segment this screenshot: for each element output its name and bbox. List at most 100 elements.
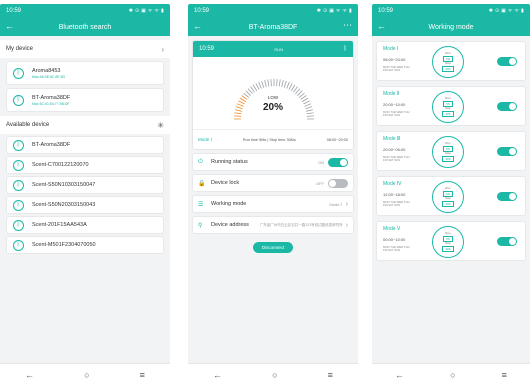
run-stop-dial: Run 5S Stop 30S — [432, 136, 464, 168]
my-device-item[interactable]: ᛒ Aroma8453 Mac:A6:0E:8C:8F:B3 — [6, 61, 164, 85]
device-mac: Mac:5C:51:84:77:9B:DF — [32, 101, 70, 106]
run-stop-dial: Run 5S Stop 30S — [432, 181, 464, 213]
chevron-right-icon: › — [345, 200, 348, 208]
working-mode-label: Working mode — [211, 201, 247, 207]
available-device-item[interactable]: ᛒ BT-Aroma38DF — [6, 136, 164, 154]
working-mode-row[interactable]: ☰ Working mode Mode Ⅰ › — [192, 195, 354, 213]
available-device-item[interactable]: ᛒ Scent-S50N10303150047 — [6, 176, 164, 194]
device-status-card: 10:59 RUN ᛒ LOW 20% Mode Ⅰ Run time 5Ms … — [192, 40, 354, 150]
disconnect-button[interactable]: Disconnect — [253, 242, 293, 253]
run-label: Run — [445, 140, 451, 145]
back-arrow-icon[interactable]: ← — [193, 21, 202, 31]
mode-name: Mode Ⅰ — [383, 46, 399, 52]
device-name: Scent-S50N10303150047 — [32, 182, 96, 188]
device-lock-toggle[interactable] — [328, 178, 348, 188]
gauge-tick — [288, 83, 293, 90]
status-time: 10:59 — [378, 8, 394, 14]
chevron-right-icon: › — [345, 221, 348, 229]
my-device-header[interactable]: My device › — [0, 40, 170, 58]
gauge-tick — [306, 115, 314, 117]
my-device-item[interactable]: ᛒ BT-Aroma38DF Mac:5C:51:84:77:9B:DF — [6, 88, 164, 112]
nav-back-icon[interactable]: ← — [395, 370, 404, 380]
running-status-row: ⏻ Running status ON — [192, 153, 354, 171]
my-device-label: My device — [6, 46, 34, 52]
page-title: BT-Aroma38DF — [248, 23, 298, 31]
device-name: BT-Aroma38DF — [32, 94, 71, 101]
bluetooth-icon: ᛒ — [13, 67, 24, 79]
available-device-item[interactable]: ᛒ Scent-M501F2304070050 — [6, 236, 164, 254]
available-device-item[interactable]: ᛒ Scent-S50N20303150043 — [6, 196, 164, 214]
toggle-knob — [509, 238, 516, 245]
mode-card[interactable]: Mode Ⅲ 20:00~06:00 MON TUE WED THU FRI S… — [376, 131, 526, 171]
mode-time: 08:00~20:00 — [383, 57, 406, 62]
app-bar: ← BT-Aroma38DF ⋯ — [188, 18, 358, 36]
device-name: Aroma8453 — [32, 67, 61, 74]
mode-card[interactable]: Mode Ⅰ 08:00~20:00 MON TUE WED THU FRI S… — [376, 41, 526, 81]
page-title: Bluetooth search — [58, 23, 112, 31]
mode-toggle[interactable] — [497, 192, 517, 201]
mode-card[interactable]: Mode Ⅳ 12:00~18:00 MON TUE WED THU FRI S… — [376, 176, 526, 216]
gauge-tick — [281, 80, 284, 88]
mode-name: Mode Ⅳ — [383, 181, 402, 187]
gauge-tick — [276, 79, 278, 87]
nav-back-icon[interactable]: ← — [213, 370, 222, 380]
bluetooth-icon: ᛒ — [13, 239, 24, 251]
mode-name: Mode Ⅲ — [383, 136, 401, 142]
mode-time: 20:00~10:00 — [383, 102, 406, 107]
mode-toggle[interactable] — [497, 237, 517, 246]
card-time: 10:59 — [199, 46, 215, 52]
stop-label: Stop — [445, 61, 451, 65]
device-lock-label: Device lock — [211, 180, 240, 186]
nav-back-icon[interactable]: ← — [25, 370, 34, 380]
nav-menu-icon[interactable]: ≡ — [140, 370, 145, 380]
nav-home-icon[interactable]: ○ — [450, 370, 455, 380]
back-arrow-icon[interactable]: ← — [377, 21, 386, 31]
status-bar: 10:59 ✱ ⊙ ▣ ᯤ ᯤ ▮ — [188, 4, 358, 18]
mode-toggle[interactable] — [497, 57, 517, 66]
available-device-item[interactable]: ᛒ Scent-C700122120070 — [6, 156, 164, 174]
available-device-header: Available device ✳ — [0, 116, 170, 134]
page-title: Working mode — [428, 23, 474, 31]
system-nav-bar: ← ○ ≡ — [372, 363, 530, 385]
nav-menu-icon[interactable]: ≡ — [502, 370, 507, 380]
system-nav-bar: ← ○ ≡ — [188, 363, 358, 385]
lock-icon: 🔒 — [198, 180, 206, 187]
current-mode: Mode Ⅰ — [198, 136, 212, 142]
back-arrow-icon[interactable]: ← — [5, 21, 14, 31]
more-options-icon[interactable]: ⋯ — [343, 20, 352, 31]
run-status: RUN — [274, 46, 284, 52]
gauge-tick — [247, 88, 253, 95]
mode-toggle[interactable] — [497, 102, 517, 111]
device-lock-row: 🔒 Device lock OFF — [192, 174, 354, 192]
level-label: LOW — [267, 95, 279, 100]
run-stop-info: Run time 5Ms | Stop time 30Ms — [242, 137, 296, 142]
gauge-tick — [270, 79, 272, 87]
status-bar: 10:59 ✱ ⊙ ▣ ᯤ ᯤ ▮ — [0, 4, 170, 18]
available-device-item[interactable]: ᛒ Scent-201F15AA543A — [6, 216, 164, 234]
working-mode-screen: 10:59 ✱ ⊙ ▣ ᯤ ᯤ ▮ ← Working mode Mode Ⅰ … — [372, 4, 530, 385]
device-name: Scent-C700122120070 — [32, 162, 89, 168]
level-gauge: LOW 20% — [193, 57, 353, 129]
device-address-row[interactable]: ⚲ Device address 广东省广州市白云区石井一路123号双边路信息研… — [192, 216, 354, 234]
mode-card[interactable]: Mode Ⅱ 20:00~10:00 MON TUE WED THU FRI S… — [376, 86, 526, 126]
nav-home-icon[interactable]: ○ — [272, 370, 277, 380]
nav-home-icon[interactable]: ○ — [84, 370, 89, 380]
stop-label: Stop — [445, 151, 451, 155]
mode-days: MON TUE WED THU FRI SAT SUN — [383, 110, 410, 118]
power-icon: ⏻ — [198, 158, 203, 165]
running-status-toggle[interactable] — [328, 157, 348, 167]
bluetooth-icon: ᛒ — [343, 46, 347, 52]
nav-menu-icon[interactable]: ≡ — [328, 370, 333, 380]
mode-toggle[interactable] — [497, 147, 517, 156]
toggle-knob — [509, 103, 516, 110]
gauge-tick — [283, 80, 287, 88]
gauge-tick — [293, 86, 298, 93]
bluetooth-icon: ᛒ — [13, 94, 24, 106]
mode-card[interactable]: Mode Ⅴ 00:00~10:00 MON TUE WED THU FRI S… — [376, 221, 526, 261]
bluetooth-icon: ᛒ — [13, 159, 24, 171]
stop-value: 30S — [442, 65, 454, 72]
gauge-svg — [234, 79, 314, 120]
app-bar: ← Bluetooth search — [0, 18, 170, 36]
status-bar: 10:59 ✱ ⊙ ▣ ᯤ ᯤ ▮ — [372, 4, 530, 18]
status-icons: ✱ ⊙ ▣ ᯤ ᯤ ▮ — [488, 8, 524, 14]
